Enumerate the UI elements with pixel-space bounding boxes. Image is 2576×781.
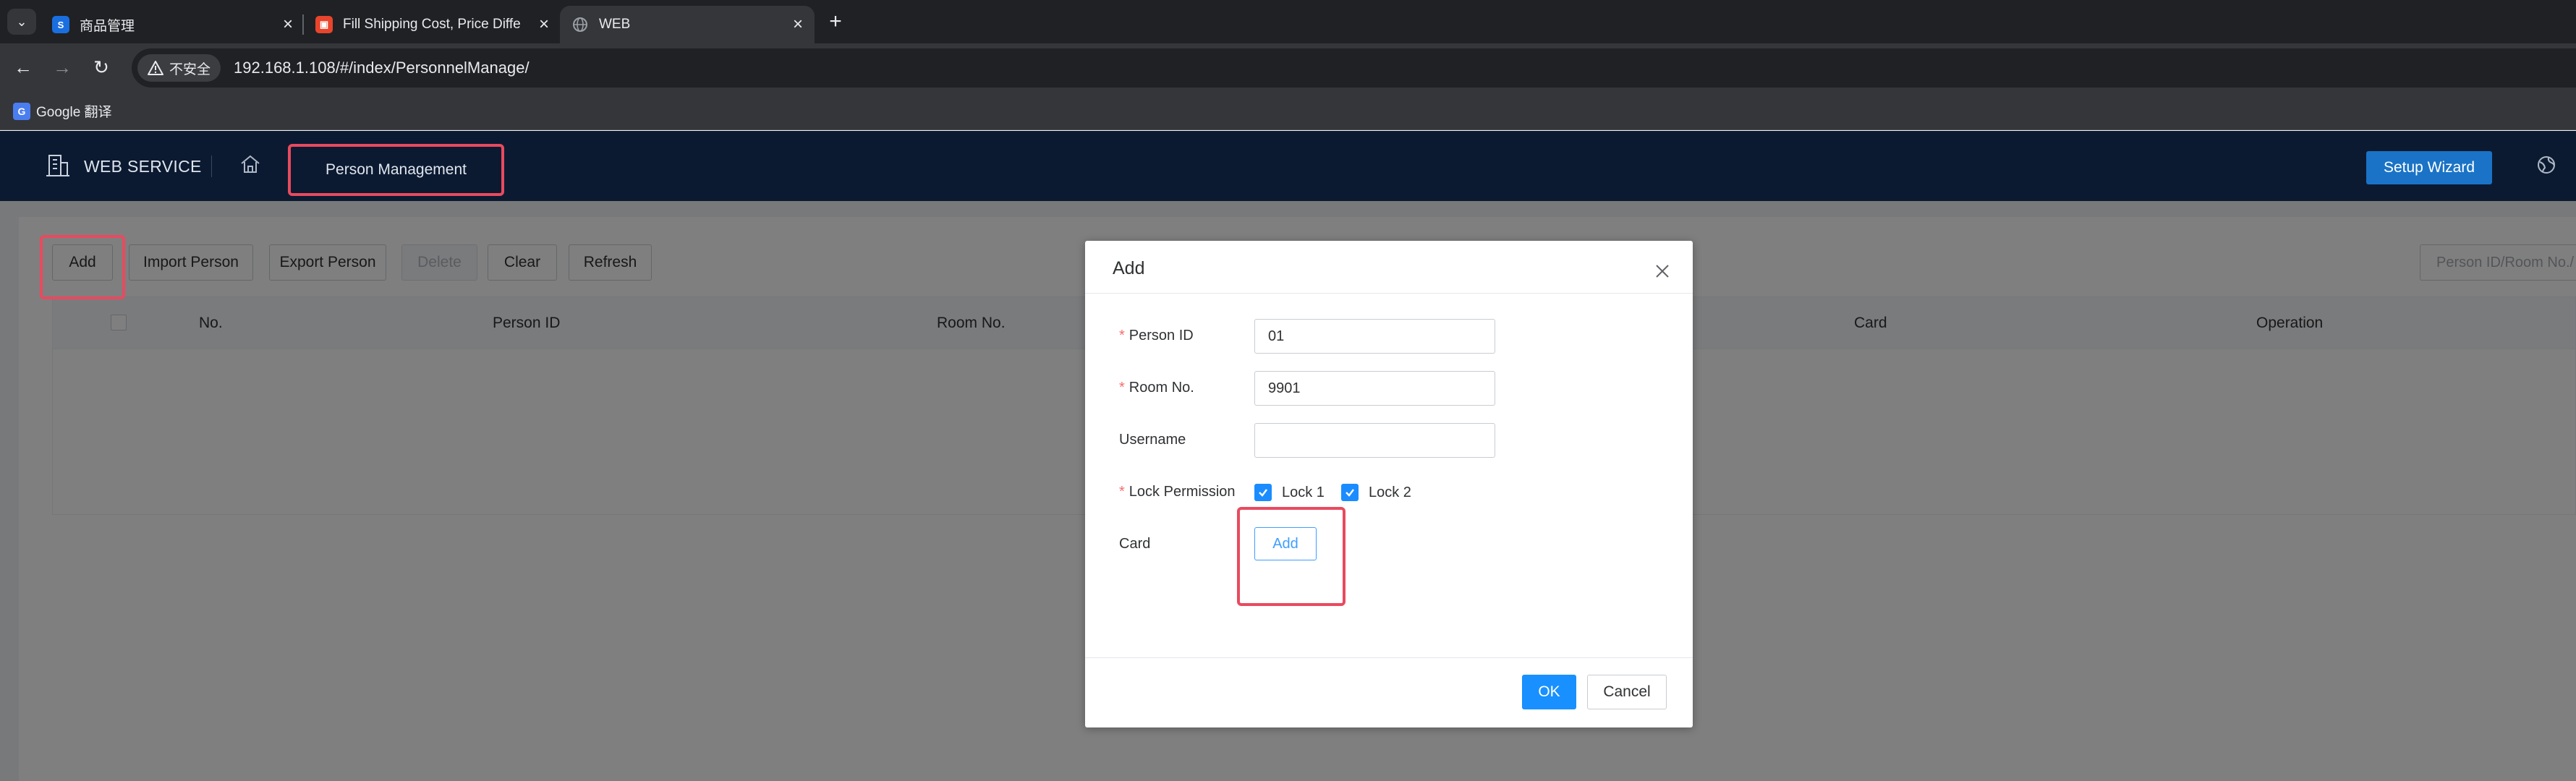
lock-permission-label: * Lock Permission — [1119, 484, 1236, 500]
close-icon[interactable]: × — [283, 14, 293, 35]
tab-title: WEB — [599, 17, 631, 32]
warning-icon — [148, 61, 163, 75]
highlight-add-button — [40, 235, 125, 299]
lock-2-checkbox[interactable]: Lock 2 — [1341, 484, 1411, 501]
highlight-person-management — [288, 144, 504, 196]
ok-button[interactable]: OK — [1522, 675, 1576, 709]
tab-search-button[interactable]: ⌄ — [7, 9, 36, 35]
setup-wizard-button[interactable]: Setup Wizard — [2366, 151, 2492, 184]
building-icon — [46, 155, 69, 176]
button-label: Cancel — [1603, 683, 1651, 700]
room-no-label: * Room No. — [1119, 380, 1194, 396]
bookmarks-bar: G Google 翻译 — [0, 93, 2576, 130]
close-icon[interactable] — [1652, 261, 1672, 281]
security-label: 不安全 — [169, 61, 211, 77]
username-input[interactable] — [1254, 423, 1495, 458]
highlight-add-card — [1237, 507, 1346, 606]
label-text: Lock Permission — [1128, 484, 1236, 500]
chevron-down-icon: ⌄ — [16, 14, 27, 29]
dialog-header-divider — [1085, 293, 1693, 294]
url-text[interactable]: 192.168.1.108/#/index/PersonnelManage/ — [234, 59, 530, 77]
bookmark-label: Google 翻译 — [36, 105, 112, 120]
close-icon[interactable]: × — [539, 14, 549, 35]
required-mark: * — [1119, 484, 1125, 500]
reload-icon[interactable]: ↻ — [88, 55, 114, 81]
security-indicator[interactable]: 不安全 — [137, 54, 221, 82]
button-label: Setup Wizard — [2383, 159, 2475, 176]
input-value: 01 — [1268, 328, 1285, 344]
globe-favicon-icon — [571, 16, 589, 33]
person-id-input[interactable]: 01 — [1254, 319, 1495, 354]
browser-tab-bar: ⌄ S 商品管理 × ▣ Fill Shipping Cost, Price D… — [0, 0, 2576, 43]
required-mark: * — [1119, 328, 1125, 343]
person-id-label: * Person ID — [1119, 328, 1194, 344]
new-tab-button[interactable]: + — [823, 10, 848, 35]
label-text: Room No. — [1128, 380, 1194, 396]
translate-icon: G — [13, 102, 30, 120]
checkbox-label: Lock 1 — [1282, 484, 1325, 500]
label-text: Person ID — [1128, 328, 1194, 343]
tab-title: Fill Shipping Cost, Price Diffe — [343, 17, 521, 32]
checkmark-icon — [1341, 484, 1359, 501]
required-mark: * — [1119, 380, 1125, 396]
browser-tab-web[interactable]: WEB × — [560, 6, 815, 43]
home-icon[interactable] — [239, 153, 262, 176]
address-bar[interactable]: 不安全 192.168.1.108/#/index/PersonnelManag… — [132, 48, 2576, 88]
shop-favicon-icon: ▣ — [315, 16, 333, 33]
forward-arrow-icon[interactable]: → — [49, 55, 75, 81]
input-value: 9901 — [1268, 380, 1301, 396]
app-favicon-icon: S — [52, 16, 69, 33]
lock-1-checkbox[interactable]: Lock 1 — [1254, 484, 1325, 501]
browser-tab-product[interactable]: S 商品管理 × — [41, 6, 305, 43]
brand-title: WEB SERVICE — [84, 157, 202, 176]
checkmark-icon — [1254, 484, 1272, 501]
bookmark-google-translate[interactable]: G Google 翻译 — [13, 101, 112, 121]
checkbox-label: Lock 2 — [1369, 484, 1411, 500]
card-label: Card — [1119, 536, 1150, 552]
back-arrow-icon[interactable]: ← — [10, 55, 36, 81]
header-divider — [211, 155, 212, 177]
dialog-title: Add — [1113, 258, 1145, 278]
label-text: Username — [1119, 432, 1186, 448]
browser-tab-shipping[interactable]: ▣ Fill Shipping Cost, Price Diffe × — [304, 6, 561, 43]
room-no-input[interactable]: 9901 — [1254, 371, 1495, 406]
label-text: Card — [1119, 536, 1151, 552]
button-label: OK — [1538, 683, 1560, 700]
username-label: Username — [1119, 432, 1186, 448]
close-icon[interactable]: × — [793, 14, 803, 35]
cancel-button[interactable]: Cancel — [1587, 675, 1667, 709]
tab-title: 商品管理 — [80, 18, 135, 34]
dialog-footer-divider — [1085, 657, 1693, 658]
language-globe-icon[interactable] — [2535, 154, 2557, 176]
add-person-dialog: Add * Person ID 01 * Room No. 9901 Usernam… — [1085, 241, 1693, 727]
browser-toolbar: ← → ↻ 不安全 192.168.1.108/#/index/Personne… — [0, 43, 2576, 93]
